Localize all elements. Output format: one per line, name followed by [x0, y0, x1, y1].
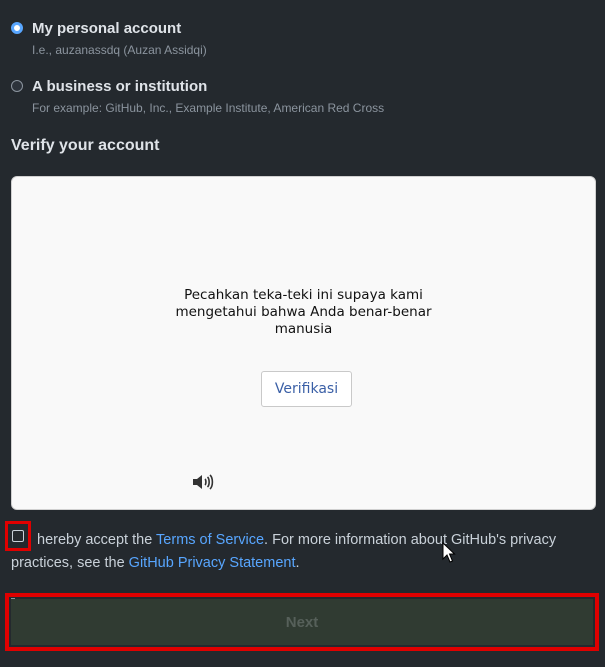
account-type-personal[interactable]: My personal account I.e., auzanassdq (Au…	[11, 20, 207, 57]
personal-radio[interactable]	[11, 22, 23, 34]
next-button[interactable]: Next	[11, 599, 593, 645]
terms-suffix: .	[295, 555, 300, 571]
verify-button[interactable]: Verifikasi	[261, 371, 352, 407]
business-radio[interactable]	[11, 80, 23, 92]
business-label: A business or institution	[32, 78, 208, 95]
captcha-line-2: mengetahui bahwa Anda benar-benar	[175, 304, 432, 320]
captcha-line-3: manusia	[274, 321, 333, 337]
captcha-panel: Pecahkan teka-teki ini supaya kami menge…	[11, 176, 596, 510]
personal-hint: I.e., auzanassdq (Auzan Assidqi)	[32, 43, 207, 57]
privacy-statement-link[interactable]: GitHub Privacy Statement	[129, 555, 296, 571]
captcha-line-1: Pecahkan teka-teki ini supaya kami	[184, 287, 423, 303]
mouse-cursor-icon	[442, 542, 456, 563]
verify-heading: Verify your account	[11, 137, 160, 154]
terms-of-service-link[interactable]: Terms of Service	[156, 532, 264, 548]
account-type-business[interactable]: A business or institution For example: G…	[11, 78, 384, 115]
terms-prefix: hereby accept the	[37, 532, 157, 548]
next-button-highlight: Next	[5, 593, 599, 651]
personal-label: My personal account	[32, 20, 182, 37]
captcha-instructions: Pecahkan teka-teki ini supaya kami menge…	[12, 287, 595, 338]
business-hint: For example: GitHub, Inc., Example Insti…	[32, 101, 385, 115]
terms-text: hereby accept the Terms of Service. For …	[11, 529, 591, 575]
speaker-icon[interactable]	[192, 473, 214, 491]
